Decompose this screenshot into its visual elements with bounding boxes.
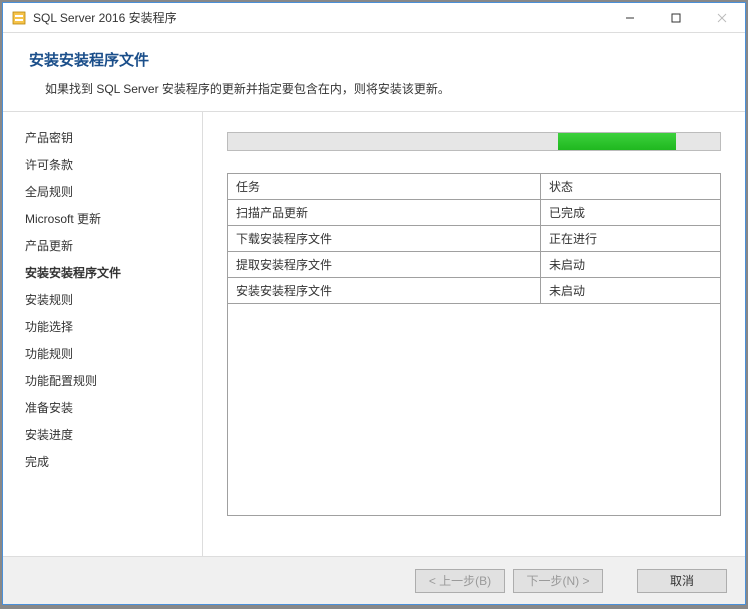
cell-status: 未启动 <box>540 252 720 278</box>
minimize-button[interactable] <box>607 3 653 32</box>
cell-task: 安装安装程序文件 <box>228 278 541 304</box>
cell-status: 正在进行 <box>540 226 720 252</box>
table-row: 提取安装程序文件 未启动 <box>228 252 721 278</box>
sidebar-item-license[interactable]: 许可条款 <box>25 151 202 178</box>
sidebar-item-install-rules[interactable]: 安装规则 <box>25 286 202 313</box>
col-task: 任务 <box>228 174 541 200</box>
sidebar-item-ms-update[interactable]: Microsoft 更新 <box>25 205 202 232</box>
next-button[interactable]: 下一步(N) > <box>513 569 603 593</box>
cell-task: 下载安装程序文件 <box>228 226 541 252</box>
window-title: SQL Server 2016 安装程序 <box>33 9 607 26</box>
cell-task: 提取安装程序文件 <box>228 252 541 278</box>
sidebar-item-install-progress[interactable]: 安装进度 <box>25 421 202 448</box>
table-row: 扫描产品更新 已完成 <box>228 200 721 226</box>
progress-bar-fill <box>558 133 676 150</box>
footer: < 上一步(B) 下一步(N) > 取消 <box>3 556 745 604</box>
page-title: 安装安装程序文件 <box>29 49 719 70</box>
installer-window: SQL Server 2016 安装程序 安装安装程序文件 如果找到 SQL S… <box>2 2 746 605</box>
back-button[interactable]: < 上一步(B) <box>415 569 505 593</box>
col-status: 状态 <box>540 174 720 200</box>
page-description: 如果找到 SQL Server 安装程序的更新并指定要包含在内，则将安装该更新。 <box>29 80 719 97</box>
progress-bar <box>227 132 721 151</box>
titlebar: SQL Server 2016 安装程序 <box>3 3 745 33</box>
window-controls <box>607 3 745 32</box>
sidebar-item-feature-rules[interactable]: 功能规则 <box>25 340 202 367</box>
table-row: 安装安装程序文件 未启动 <box>228 278 721 304</box>
table-empty-area <box>227 304 721 516</box>
sidebar-item-global-rules[interactable]: 全局规则 <box>25 178 202 205</box>
cancel-button[interactable]: 取消 <box>637 569 727 593</box>
sidebar-item-product-update[interactable]: 产品更新 <box>25 232 202 259</box>
cell-status: 已完成 <box>540 200 720 226</box>
maximize-button[interactable] <box>653 3 699 32</box>
header: 安装安装程序文件 如果找到 SQL Server 安装程序的更新并指定要包含在内… <box>3 33 745 112</box>
table-header-row: 任务 状态 <box>228 174 721 200</box>
sidebar: 产品密钥 许可条款 全局规则 Microsoft 更新 产品更新 安装安装程序文… <box>3 112 203 556</box>
table-row: 下载安装程序文件 正在进行 <box>228 226 721 252</box>
sidebar-item-install-setup-files[interactable]: 安装安装程序文件 <box>25 259 202 286</box>
app-icon <box>11 10 27 26</box>
sidebar-item-ready-install[interactable]: 准备安装 <box>25 394 202 421</box>
sidebar-item-complete[interactable]: 完成 <box>25 448 202 475</box>
spacer <box>227 516 721 546</box>
sidebar-item-feature-selection[interactable]: 功能选择 <box>25 313 202 340</box>
main-pane: 任务 状态 扫描产品更新 已完成 下载安装程序文件 正在进行 提取安装程序文件 <box>203 112 745 556</box>
sidebar-item-product-key[interactable]: 产品密钥 <box>25 124 202 151</box>
sidebar-item-feature-config-rules[interactable]: 功能配置规则 <box>25 367 202 394</box>
task-table: 任务 状态 扫描产品更新 已完成 下载安装程序文件 正在进行 提取安装程序文件 <box>227 173 721 304</box>
close-button[interactable] <box>699 3 745 32</box>
cell-status: 未启动 <box>540 278 720 304</box>
cell-task: 扫描产品更新 <box>228 200 541 226</box>
body: 产品密钥 许可条款 全局规则 Microsoft 更新 产品更新 安装安装程序文… <box>3 112 745 556</box>
